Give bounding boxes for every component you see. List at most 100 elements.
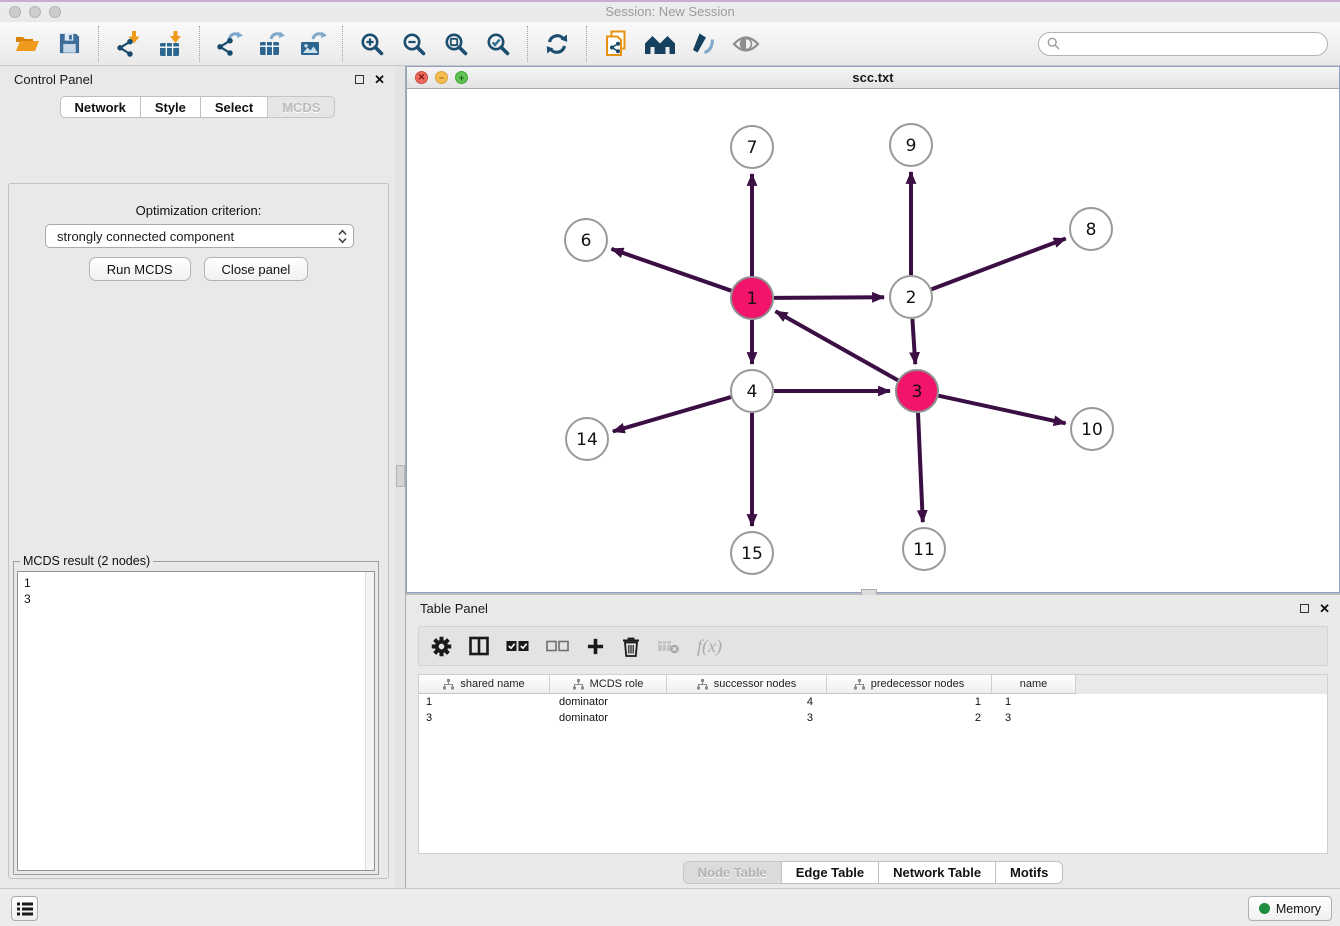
mcds-result-area[interactable]: 1 3 xyxy=(17,571,375,871)
show-hide-button[interactable] xyxy=(729,26,763,62)
tab-select[interactable]: Select xyxy=(200,96,268,118)
table-cell[interactable]: 2 xyxy=(827,712,992,724)
column-header-shared-name[interactable]: shared name xyxy=(419,675,550,694)
tab-edge-table[interactable]: Edge Table xyxy=(781,861,879,884)
zoom-in-button[interactable] xyxy=(355,26,389,62)
close-panel-button[interactable]: Close panel xyxy=(204,257,309,281)
node-4[interactable]: 4 xyxy=(731,370,773,412)
result-scrollbar[interactable] xyxy=(365,572,374,870)
edge-3-10[interactable] xyxy=(939,396,1066,424)
table-cell[interactable]: 3 xyxy=(992,712,1076,724)
clone-network-button[interactable] xyxy=(599,26,633,62)
control-panel-tabs: Network Style Select MCDS xyxy=(0,96,395,118)
edge-1-2[interactable] xyxy=(774,297,884,298)
splitter-handle[interactable] xyxy=(396,465,405,487)
mcds-result-title: MCDS result (2 nodes) xyxy=(20,554,153,568)
tab-network-table[interactable]: Network Table xyxy=(878,861,996,884)
zoom-out-button[interactable] xyxy=(397,26,431,62)
deselect-all-button[interactable] xyxy=(546,632,569,660)
hierarchy-icon xyxy=(443,679,454,690)
tab-network[interactable]: Network xyxy=(60,96,141,118)
column-header-name[interactable]: name xyxy=(992,675,1076,694)
function-builder-button[interactable]: f(x) xyxy=(697,632,722,660)
edge-1-6[interactable] xyxy=(612,249,732,291)
node-6[interactable]: 6 xyxy=(565,219,607,261)
open-folder-icon xyxy=(14,32,40,56)
node-label: 8 xyxy=(1086,220,1097,240)
apply-layout-button[interactable] xyxy=(540,26,574,62)
node-1[interactable]: 1 xyxy=(731,277,773,319)
column-header-successor-nodes[interactable]: successor nodes xyxy=(667,675,827,694)
table-row[interactable]: 1dominator411 xyxy=(419,694,1327,710)
tab-mcds[interactable]: MCDS xyxy=(267,96,335,118)
import-table-button[interactable] xyxy=(153,26,187,62)
delete-column-button[interactable] xyxy=(622,632,640,660)
network-window-title: scc.txt xyxy=(407,70,1339,85)
export-image-button[interactable] xyxy=(296,26,330,62)
gear-icon xyxy=(431,636,452,657)
select-all-button[interactable] xyxy=(506,632,529,660)
toolbar-separator xyxy=(98,26,99,62)
mcds-tab-content: Optimization criterion: strongly connect… xyxy=(8,183,389,879)
table-cell[interactable]: 4 xyxy=(667,696,827,708)
criterion-select[interactable]: strongly connected component xyxy=(45,224,354,248)
search-input[interactable] xyxy=(1060,37,1327,51)
table-cell[interactable]: 1 xyxy=(992,696,1076,708)
node-table: shared nameMCDS rolesuccessor nodesprede… xyxy=(418,674,1328,854)
zoom-selected-button[interactable] xyxy=(481,26,515,62)
criterion-value: strongly connected component xyxy=(57,229,338,244)
node-11[interactable]: 11 xyxy=(903,528,945,570)
table-cell[interactable]: dominator xyxy=(550,696,667,708)
vertical-splitter[interactable] xyxy=(395,66,406,888)
import-network-button[interactable] xyxy=(111,26,145,62)
table-cell[interactable]: 3 xyxy=(419,712,550,724)
node-label: 4 xyxy=(747,382,758,402)
node-3[interactable]: 3 xyxy=(896,370,938,412)
network-canvas[interactable]: 7 9 6 8 1 2 4 3 14 10 15 11 xyxy=(407,89,1339,592)
close-table-panel-icon[interactable]: ✕ xyxy=(1319,602,1330,615)
float-table-panel-icon[interactable] xyxy=(1300,604,1309,613)
memory-button[interactable]: Memory xyxy=(1248,896,1332,921)
export-network-button[interactable] xyxy=(212,26,246,62)
column-header-predecessor-nodes[interactable]: predecessor nodes xyxy=(827,675,992,694)
node-15[interactable]: 15 xyxy=(731,532,773,574)
node-9[interactable]: 9 xyxy=(890,124,932,166)
float-panel-icon[interactable] xyxy=(355,75,364,84)
edge-2-3[interactable] xyxy=(912,319,915,364)
edge-2-8[interactable] xyxy=(932,239,1066,290)
edge-4-14[interactable] xyxy=(613,397,731,431)
save-session-button[interactable] xyxy=(52,26,86,62)
style-button[interactable] xyxy=(687,26,721,62)
tab-style[interactable]: Style xyxy=(140,96,201,118)
table-settings-button[interactable] xyxy=(431,632,452,660)
table-cell[interactable]: 3 xyxy=(667,712,827,724)
node-14[interactable]: 14 xyxy=(566,418,608,460)
table-row[interactable]: 3dominator323 xyxy=(419,710,1327,726)
import-network-icon xyxy=(115,31,141,57)
tab-motifs[interactable]: Motifs xyxy=(995,861,1063,884)
tab-node-table[interactable]: Node Table xyxy=(683,861,782,884)
node-2[interactable]: 2 xyxy=(890,276,932,318)
table-cell[interactable]: 1 xyxy=(827,696,992,708)
show-columns-button[interactable] xyxy=(469,632,489,660)
open-session-button[interactable] xyxy=(10,26,44,62)
edge-3-11[interactable] xyxy=(918,413,923,522)
create-column-button[interactable] xyxy=(586,632,605,660)
first-neighbors-button[interactable] xyxy=(641,26,679,62)
column-header-MCDS-role[interactable]: MCDS role xyxy=(550,675,667,694)
edge-3-1[interactable] xyxy=(776,311,898,380)
export-table-button[interactable] xyxy=(254,26,288,62)
network-graph[interactable]: 7 9 6 8 1 2 4 3 14 10 15 11 xyxy=(407,89,1339,592)
task-history-button[interactable] xyxy=(11,896,38,921)
node-8[interactable]: 8 xyxy=(1070,208,1112,250)
zoom-fit-button[interactable] xyxy=(439,26,473,62)
table-cell[interactable]: dominator xyxy=(550,712,667,724)
run-mcds-button[interactable]: Run MCDS xyxy=(89,257,191,281)
table-cell[interactable]: 1 xyxy=(419,696,550,708)
node-10[interactable]: 10 xyxy=(1071,408,1113,450)
node-7[interactable]: 7 xyxy=(731,126,773,168)
search-box[interactable] xyxy=(1038,32,1328,56)
close-panel-icon[interactable]: ✕ xyxy=(374,73,385,86)
delete-table-button[interactable] xyxy=(657,632,680,660)
node-label: 6 xyxy=(581,231,592,251)
